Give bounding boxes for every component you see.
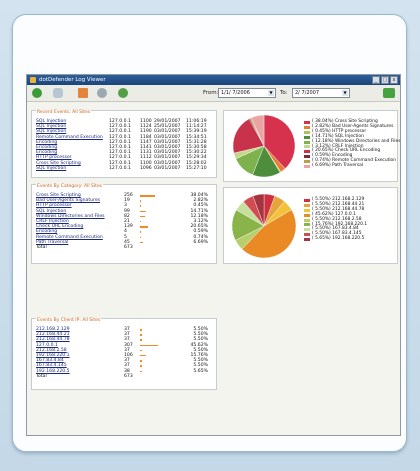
legend-swatch [304, 155, 310, 159]
legend-swatch [304, 160, 310, 164]
event-id: 1096 [140, 165, 152, 171]
percent-bar-fill [140, 329, 143, 331]
legend-swatch [304, 218, 310, 222]
table-row: SQL Injection 127.0.0.1 1096 03/01/2007 15:2… [36, 166, 212, 171]
percent-bar-fill [140, 236, 141, 238]
legend-swatch [304, 145, 310, 149]
log-viewer-window: dotDefender Log Viewer _ □ x From: 1/1/ … [26, 74, 401, 436]
total-row: Total 673 [36, 374, 212, 379]
total-value: 673 [124, 244, 133, 250]
settings-icon[interactable] [97, 88, 107, 98]
app-icon [30, 77, 36, 83]
legend-swatch [304, 130, 310, 134]
client-chart-panel: ( 5.50%) 212.168.2.129( 5.50%) 212.168.4… [223, 187, 398, 264]
legend-label: ( 6.69%) Path Traversal [312, 163, 364, 169]
event-ip: 127.0.0.1 [109, 165, 131, 171]
legend-swatch [304, 165, 310, 169]
category-panel: Events By Category: All Sites Cross Site… [31, 184, 217, 264]
client-ip-table: 212.168.2.129 37 5.50% 212.168.44.21 37 5.50%… [36, 327, 212, 379]
refresh-stats-icon[interactable] [118, 88, 128, 98]
percent-bar-fill [140, 210, 146, 213]
legend-item: ( 6.69%) Path Traversal [304, 163, 400, 169]
client-ip-title: Events By Client IP: All Sites [36, 318, 102, 323]
window-title: dotDefender Log Viewer [39, 77, 106, 83]
row-percent: 5.65% [193, 368, 208, 374]
to-label: To: [280, 90, 288, 96]
category-table: Cross Site Scripting 256 38.04% Bad User-Ag… [36, 193, 212, 250]
total-value: 673 [124, 373, 133, 379]
legend-swatch [304, 223, 310, 227]
legend-swatch [304, 213, 310, 217]
percent-bar [140, 369, 186, 374]
legend-swatch [304, 120, 310, 124]
percent-bar-fill [140, 365, 143, 367]
legend-swatch [304, 238, 310, 242]
legend-swatch [304, 140, 310, 144]
percent-bar-fill [140, 226, 149, 228]
percent-bar-fill [140, 334, 143, 336]
percent-bar-fill [140, 241, 143, 244]
minimize-button[interactable]: _ [372, 76, 380, 84]
recent-events-panel: Recent Events: All Sites SQL Injection 12… [31, 110, 217, 178]
category-pie [232, 114, 296, 178]
window-controls: _ □ x [372, 76, 398, 84]
legend-swatch [304, 198, 310, 202]
legend-swatch [304, 228, 310, 232]
event-date: 03/01/2007 [154, 165, 181, 171]
client-ip-panel: Events By Client IP: All Sites 212.168.2… [31, 318, 217, 390]
maximize-button[interactable]: □ [381, 76, 389, 84]
percent-bar-fill [140, 195, 156, 197]
percent-bar-fill [140, 215, 145, 218]
to-date-value: 2/ 7/2007 [295, 90, 320, 96]
title-bar: dotDefender Log Viewer _ □ x [27, 75, 400, 85]
legend-item: ( 5.65%) 192.168.220.5 [304, 236, 367, 242]
recent-events-title: Recent Events: All Sites [36, 110, 92, 115]
percent-bar [140, 240, 186, 245]
percent-bar-fill [140, 349, 143, 352]
row-percent: 6.69% [193, 239, 208, 245]
event-time: 15:27:10 [186, 165, 207, 171]
legend-swatch [304, 203, 310, 207]
client-pie [231, 193, 297, 259]
percent-bar-fill [140, 370, 143, 372]
legend-swatch [304, 208, 310, 212]
refresh-icon[interactable] [53, 88, 63, 98]
toolbar: From: 1/1/ 7/2006 ▼ To: 2/ 7/2007 ▼ [27, 85, 400, 102]
legend-swatch [304, 150, 310, 154]
percent-bar-fill [140, 354, 147, 357]
from-label: From: [203, 90, 219, 96]
category-chart-panel: ( 38.04%) Cross Site Scripting( 2.82%) B… [223, 110, 400, 182]
recent-events-table: SQL Injection 127.0.0.1 1100 29/01/2007 11:0… [36, 119, 212, 171]
legend-swatch [304, 125, 310, 129]
percent-bar-fill [140, 231, 141, 233]
close-button[interactable]: x [390, 76, 398, 84]
total-label: Total [36, 373, 47, 379]
to-date-select[interactable]: 2/ 7/2007 ▼ [292, 88, 350, 98]
from-date-select[interactable]: 1/1/ 7/2006 ▼ [218, 88, 276, 98]
go-button[interactable] [383, 88, 395, 98]
legend-label: ( 5.65%) 192.168.220.5 [312, 236, 365, 242]
chevron-down-icon[interactable]: ▼ [342, 90, 348, 96]
chevron-down-icon[interactable]: ▼ [268, 90, 274, 96]
category-title: Events By Category: All Sites [36, 184, 104, 189]
total-row: Total 673 [36, 245, 212, 250]
from-date-value: 1/1/ 7/2006 [221, 90, 250, 96]
percent-bar-fill [140, 200, 142, 202]
home-icon[interactable] [78, 88, 88, 98]
category-legend: ( 38.04%) Cross Site Scripting( 2.82%) B… [304, 119, 400, 169]
client-legend: ( 5.50%) 212.168.2.129( 5.50%) 212.168.4… [304, 197, 367, 242]
percent-bar-fill [140, 360, 143, 362]
percent-bar-fill [140, 220, 142, 223]
legend-swatch [304, 233, 310, 237]
total-label: Total [36, 244, 47, 250]
percent-bar-fill [140, 339, 143, 341]
percent-bar-fill [140, 344, 159, 347]
legend-swatch [304, 135, 310, 139]
back-icon[interactable] [32, 88, 42, 98]
event-link[interactable]: SQL Injection [36, 166, 109, 171]
percent-bar-fill [140, 205, 141, 207]
